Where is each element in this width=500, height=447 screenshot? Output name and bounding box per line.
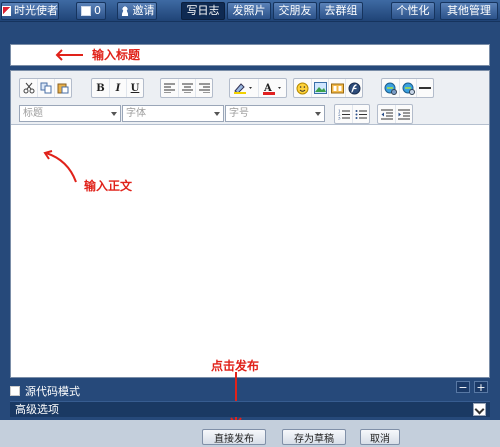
heading-select-value: 标题 xyxy=(23,108,43,119)
other-admin-label: 其他管理 xyxy=(447,4,491,17)
bold-button[interactable]: B xyxy=(92,79,109,97)
mail-button[interactable]: 0 xyxy=(76,2,106,20)
insert-group xyxy=(293,78,363,98)
invite-label: 邀请 xyxy=(132,4,155,17)
chevron-down-icon xyxy=(111,112,117,116)
font-style-group: B I U xyxy=(91,78,144,98)
ordered-list-icon[interactable]: 123 xyxy=(335,105,352,123)
advanced-options-label: 高级选项 xyxy=(15,403,59,416)
tab-post-photo[interactable]: 发照片 xyxy=(227,2,271,20)
tab-write-blog[interactable]: 写日志 xyxy=(181,2,225,20)
chevron-down-icon[interactable] xyxy=(473,403,486,416)
person-icon xyxy=(119,6,130,16)
personalize-button[interactable]: 个性化 xyxy=(391,2,435,20)
tab-join-group[interactable]: 去群组 xyxy=(319,2,363,20)
highlight-color-icon[interactable] xyxy=(230,79,258,97)
media-icon[interactable] xyxy=(328,79,345,97)
tab-label: 写日志 xyxy=(186,4,220,17)
tab-label: 发照片 xyxy=(232,4,266,17)
app-logo-icon xyxy=(2,6,11,16)
underline-button[interactable]: U xyxy=(126,79,143,97)
mail-icon xyxy=(81,6,91,16)
source-mode-checkbox[interactable] xyxy=(10,386,20,396)
font-color-icon[interactable]: A xyxy=(258,79,286,97)
list-group: 123 xyxy=(334,104,370,124)
expand-editor-button[interactable]: + xyxy=(474,381,488,393)
flash-icon[interactable] xyxy=(345,79,362,97)
tab-label: 去群组 xyxy=(324,4,358,17)
source-mode-toggle[interactable]: 源代码模式 xyxy=(10,384,450,398)
remove-link-icon[interactable] xyxy=(399,79,416,97)
font-select-value: 字体 xyxy=(126,108,146,119)
indent-icon[interactable] xyxy=(395,105,412,123)
link-group xyxy=(381,78,434,98)
clipboard-group xyxy=(19,78,72,98)
svg-text:3: 3 xyxy=(338,115,341,120)
advanced-options-bar[interactable]: 高级选项 xyxy=(10,401,490,417)
font-size-select-value: 字号 xyxy=(229,108,249,119)
save-draft-button[interactable]: 存为草稿 xyxy=(282,429,346,445)
top-nav-bar: 时光使者 0 邀请 写日志 发照片 交朋友 去群组 个性化 其他管理 xyxy=(0,0,500,22)
body-hint-arrow-icon xyxy=(43,150,77,183)
tab-label: 交朋友 xyxy=(278,4,312,17)
editor-body[interactable] xyxy=(11,126,489,377)
color-group: A xyxy=(229,78,287,98)
app-menu-button[interactable]: 时光使者 xyxy=(1,2,59,20)
align-right-icon[interactable] xyxy=(195,79,212,97)
cut-icon[interactable] xyxy=(20,79,37,97)
font-select[interactable]: 字体 xyxy=(122,105,224,122)
body-hint-text: 输入正文 xyxy=(84,179,133,193)
personalize-label: 个性化 xyxy=(396,4,430,17)
rich-text-editor: B I U A 标题 字体 字号 1 2 3 xyxy=(10,70,490,378)
font-size-select[interactable]: 字号 xyxy=(225,105,325,122)
copy-icon[interactable] xyxy=(37,79,54,97)
chevron-down-icon xyxy=(315,112,321,116)
align-left-icon[interactable] xyxy=(161,79,178,97)
horizontal-rule-icon[interactable] xyxy=(416,79,433,97)
emoji-icon[interactable] xyxy=(294,79,311,97)
title-hint-text: 输入标题 xyxy=(92,48,141,62)
indent-group xyxy=(377,104,413,124)
source-mode-label: 源代码模式 xyxy=(25,385,80,398)
outdent-icon[interactable] xyxy=(378,105,395,123)
image-icon[interactable] xyxy=(311,79,328,97)
cancel-button[interactable]: 取消 xyxy=(360,429,400,445)
tab-make-friends[interactable]: 交朋友 xyxy=(273,2,317,20)
heading-select[interactable]: 标题 xyxy=(19,105,121,122)
other-admin-button[interactable]: 其他管理 xyxy=(440,2,498,20)
publish-button[interactable]: 直接发布 xyxy=(202,429,266,445)
italic-button[interactable]: I xyxy=(109,79,126,97)
editor-toolbar: B I U A 标题 字体 字号 1 2 3 xyxy=(11,71,489,125)
mail-count: 0 xyxy=(94,4,101,17)
chevron-down-icon xyxy=(214,112,220,116)
alignment-group xyxy=(160,78,213,98)
unordered-list-icon[interactable] xyxy=(352,105,369,123)
title-hint-arrow-icon xyxy=(55,49,83,61)
paste-icon[interactable] xyxy=(54,79,71,97)
insert-link-icon[interactable] xyxy=(382,79,399,97)
shrink-editor-button[interactable]: − xyxy=(456,381,470,393)
invite-button[interactable]: 邀请 xyxy=(117,2,157,20)
app-name: 时光使者 xyxy=(14,4,58,17)
align-center-icon[interactable] xyxy=(178,79,195,97)
